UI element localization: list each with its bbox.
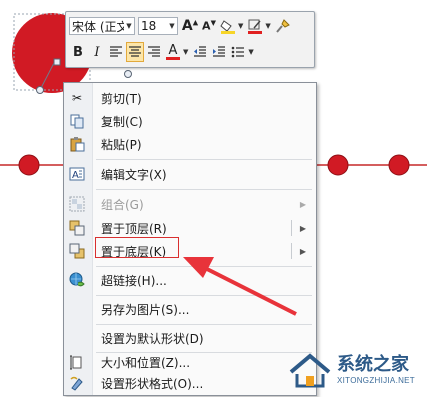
small-red-circle: [18, 154, 40, 176]
highlight-box: [95, 237, 179, 258]
submenu-arrow-icon[interactable]: ▶: [300, 247, 306, 256]
menu-item-size-and-position[interactable]: 大小和位置(Z)...: [64, 351, 316, 373]
pen-line-color-icon: [248, 19, 263, 34]
grow-font-button[interactable]: A▲: [181, 16, 199, 36]
selection-handle: [36, 86, 44, 94]
send-to-back-icon: [69, 243, 85, 259]
increase-indent-button[interactable]: [210, 42, 228, 62]
increase-indent-icon: [213, 46, 226, 57]
shrink-font-icon: A▼: [202, 19, 216, 33]
copy-icon: [69, 113, 85, 129]
menu-item-label: 另存为图片(S)...: [101, 302, 190, 317]
chevron-down-icon[interactable]: ▼: [124, 22, 134, 30]
selection-handle: [124, 70, 132, 78]
selection-handle: [53, 58, 61, 66]
menu-item-label: 置于顶层(R): [101, 221, 167, 236]
menu-item-edit-text[interactable]: A 编辑文字(X): [64, 163, 316, 185]
menu-separator: [96, 295, 312, 296]
scissors-icon: ✂: [71, 91, 83, 105]
decrease-indent-icon: [194, 46, 207, 57]
edit-text-icon: A: [69, 166, 85, 182]
menu-item-label: 粘贴(P): [101, 137, 142, 152]
small-red-circle: [327, 154, 349, 176]
submenu-divider: [291, 243, 292, 259]
fill-color-button[interactable]: [219, 16, 237, 36]
watermark-url: XITONGZHIJIA.NET: [337, 376, 415, 385]
menu-item-paste[interactable]: 粘贴(P): [64, 133, 316, 155]
menu-item-set-default-shape[interactable]: 设置为默认形状(D): [64, 327, 316, 349]
bring-to-front-icon: [69, 220, 85, 236]
align-right-button[interactable]: [145, 42, 163, 62]
menu-item-label: 组合(G): [101, 197, 144, 212]
hyperlink-icon: [69, 272, 85, 288]
font-color-button[interactable]: A: [164, 42, 182, 62]
chevron-down-icon[interactable]: ▼: [238, 22, 243, 30]
chevron-down-icon[interactable]: ▼: [265, 22, 270, 30]
grow-font-icon: A▲: [181, 18, 199, 34]
font-size-value: 18: [141, 19, 157, 33]
menu-item-format-shape[interactable]: 设置形状格式(O)...: [64, 372, 316, 394]
font-name-value: 宋体 (正文: [72, 19, 124, 34]
bullets-button[interactable]: [229, 42, 247, 62]
paint-bucket-icon: [220, 20, 235, 34]
format-shape-icon: [69, 375, 85, 391]
watermark-logo-icon: [289, 353, 331, 388]
align-center-button[interactable]: [126, 42, 144, 62]
mini-toolbar-row-1: 宋体 (正文 ▼ 18 ▼ A▲ A▼ ▼ ▼: [69, 15, 293, 37]
align-left-icon: [110, 46, 122, 57]
line-color-button[interactable]: [246, 16, 264, 36]
chevron-down-icon[interactable]: ▼: [248, 48, 253, 56]
chevron-down-icon[interactable]: ▼: [183, 48, 188, 56]
size-position-icon: [69, 354, 85, 370]
mini-toolbar-row-2: B I A ▼ ▼: [69, 41, 257, 63]
align-center-icon: [129, 46, 141, 57]
submenu-arrow-icon[interactable]: ▶: [300, 224, 306, 233]
submenu-divider: [291, 220, 292, 236]
menu-item-bring-to-front[interactable]: 置于顶层(R) ▶: [64, 217, 316, 239]
small-red-circle: [388, 154, 410, 176]
align-left-button[interactable]: [107, 42, 125, 62]
submenu-arrow-icon: ▶: [299, 199, 306, 209]
align-right-icon: [148, 46, 160, 57]
menu-separator: [96, 189, 312, 190]
menu-separator: [96, 266, 312, 267]
chevron-down-icon[interactable]: ▼: [167, 22, 177, 30]
menu-item-label: 超链接(H)...: [101, 273, 167, 288]
menu-separator: [96, 159, 312, 160]
format-painter-button[interactable]: [274, 16, 292, 36]
svg-text:A: A: [72, 170, 79, 181]
menu-separator: [96, 324, 312, 325]
italic-button[interactable]: I: [88, 42, 106, 62]
decrease-indent-button[interactable]: [191, 42, 209, 62]
menu-item-save-as-picture[interactable]: 另存为图片(S)...: [64, 298, 316, 320]
shrink-font-button[interactable]: A▼: [200, 16, 218, 36]
menu-item-group[interactable]: 组合(G) ▶: [64, 193, 316, 215]
menu-item-copy[interactable]: 复制(C): [64, 110, 316, 132]
paste-icon: [69, 136, 85, 152]
format-painter-icon: [276, 19, 290, 33]
font-size-combo[interactable]: 18 ▼: [138, 17, 178, 35]
menu-item-label: 复制(C): [101, 114, 143, 129]
font-color-icon: A: [166, 44, 180, 60]
menu-item-label: 编辑文字(X): [101, 167, 167, 182]
bullet-list-icon: [232, 46, 245, 58]
menu-item-label: 大小和位置(Z)...: [101, 355, 191, 370]
menu-item-label: 剪切(T): [101, 91, 142, 106]
group-icon: [69, 196, 85, 212]
bold-button[interactable]: B: [69, 42, 87, 62]
watermark: 系统之家 XITONGZHIJIA.NET: [285, 348, 425, 394]
menu-item-label: 设置为默认形状(D): [101, 331, 204, 346]
watermark-name: 系统之家: [337, 354, 409, 374]
menu-item-label: 设置形状格式(O)...: [101, 376, 204, 391]
font-name-combo[interactable]: 宋体 (正文 ▼: [69, 17, 135, 35]
menu-item-hyperlink[interactable]: 超链接(H)...: [64, 269, 316, 291]
mini-toolbar: 宋体 (正文 ▼ 18 ▼ A▲ A▼ ▼ ▼ B I A ▼ ▼: [65, 11, 315, 68]
menu-item-cut[interactable]: ✂ 剪切(T): [64, 87, 316, 109]
